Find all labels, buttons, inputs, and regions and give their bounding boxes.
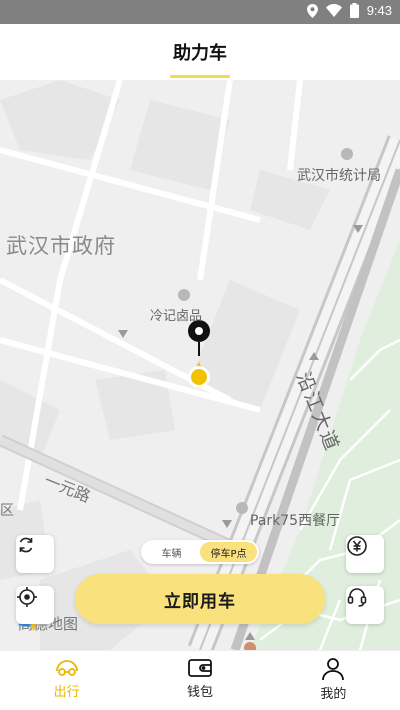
location-icon xyxy=(306,3,318,18)
vehicle-parking-toggle: 车辆 停车P点 xyxy=(141,540,259,564)
nav-item-profile[interactable]: 我的 xyxy=(267,651,400,710)
ride-now-button[interactable]: 立即用车 xyxy=(75,574,325,624)
toggle-vehicles[interactable]: 车辆 xyxy=(143,542,200,562)
customer-service-button[interactable] xyxy=(346,586,384,624)
price-button[interactable] xyxy=(346,535,384,573)
bottom-nav: 出行 钱包 我的 xyxy=(0,650,400,710)
battery-icon xyxy=(349,3,359,18)
toggle-parking-points[interactable]: 停车P点 xyxy=(200,542,257,562)
map-label-park75: Park75西餐厅 xyxy=(250,513,341,529)
nav-item-wallet[interactable]: 钱包 xyxy=(133,651,266,710)
map-label-statistics-bureau: 武汉市统计局 xyxy=(297,168,381,184)
status-bar: 9:43 xyxy=(0,0,400,24)
nav-label-ride: 出行 xyxy=(53,685,80,700)
price-icon xyxy=(347,536,367,556)
nav-item-ride[interactable]: 出行 xyxy=(0,651,133,710)
nav-label-wallet: 钱包 xyxy=(186,685,213,700)
status-time: 9:43 xyxy=(366,3,392,18)
locate-icon xyxy=(17,587,37,607)
locate-button[interactable] xyxy=(16,586,54,624)
user-icon xyxy=(322,658,345,681)
app-header: 助力车 xyxy=(0,24,400,80)
map-label-edge: 区 xyxy=(0,503,14,519)
page-title: 助力车 xyxy=(173,43,227,64)
map-label-lengji: 冷记卤品 xyxy=(150,309,203,324)
wallet-icon xyxy=(188,659,212,677)
wifi-icon xyxy=(325,4,342,17)
scooter-icon xyxy=(55,660,78,676)
nav-label-profile: 我的 xyxy=(320,687,347,702)
customer-service-icon xyxy=(347,588,367,607)
map-view[interactable]: 武汉市政府 武汉市统计局 冷记卤品 一元路 沿江大道 Park75西餐厅 区 高… xyxy=(0,80,400,650)
map-label-government: 武汉市政府 xyxy=(6,234,116,258)
refresh-button[interactable] xyxy=(16,535,54,573)
title-underline xyxy=(170,75,230,78)
refresh-icon xyxy=(19,537,33,553)
